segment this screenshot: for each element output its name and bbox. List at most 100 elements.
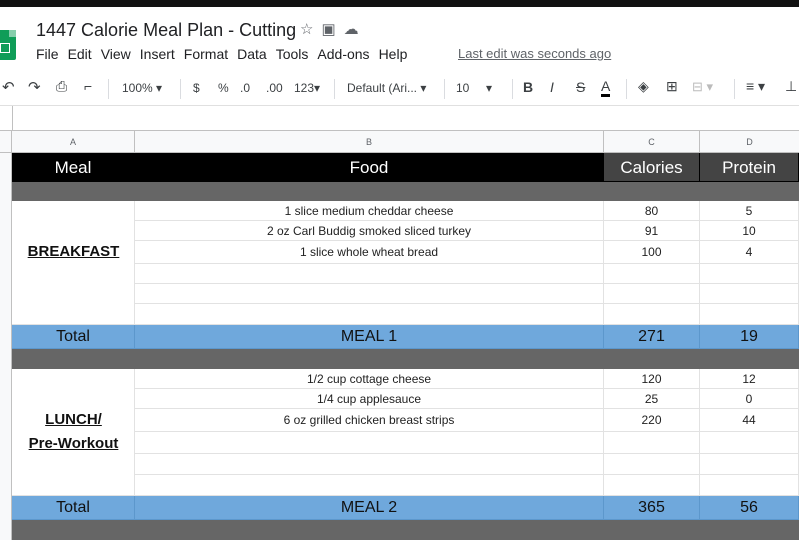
font-size-select[interactable]: 10 ▾ [456, 81, 492, 95]
lunch-label-line2[interactable]: Pre-Workout [12, 435, 135, 452]
more-formats-button[interactable]: 123▾ [294, 81, 320, 95]
name-box[interactable] [0, 106, 13, 130]
food-cell[interactable] [135, 284, 604, 304]
total-protein-cell[interactable]: 56 [700, 496, 799, 520]
calories-cell[interactable] [604, 284, 700, 304]
menu-edit[interactable]: Edit [68, 46, 92, 62]
calories-cell[interactable]: 120 [604, 369, 700, 389]
star-icon[interactable]: ☆ [300, 21, 321, 38]
protein-cell[interactable]: 10 [700, 221, 799, 241]
menu-file[interactable]: File [36, 46, 59, 62]
total-protein-cell[interactable]: 19 [700, 325, 799, 349]
calories-cell[interactable] [604, 432, 700, 454]
meal-cell[interactable] [12, 221, 135, 241]
total-meal-cell[interactable]: MEAL 2 [135, 496, 604, 520]
header-food[interactable]: Food [135, 153, 604, 182]
last-edit-link[interactable]: Last edit was seconds ago [458, 46, 611, 61]
protein-cell[interactable] [700, 264, 799, 284]
protein-cell[interactable]: 5 [700, 201, 799, 221]
calories-cell[interactable] [604, 304, 700, 325]
protein-cell[interactable] [700, 432, 799, 454]
strikethrough-button[interactable]: S [576, 79, 585, 95]
menu-tools[interactable]: Tools [276, 46, 309, 62]
food-cell[interactable] [135, 264, 604, 284]
total-calories-cell[interactable]: 365 [604, 496, 700, 520]
redo-icon[interactable]: ↷ [28, 78, 41, 96]
food-cell[interactable] [135, 304, 604, 325]
percent-button[interactable]: % [218, 81, 229, 95]
cloud-status-icon[interactable]: ☁ [344, 21, 367, 38]
breakfast-label[interactable]: BREAKFAST [12, 243, 135, 260]
undo-icon[interactable]: ↶ [2, 78, 15, 96]
column-header-d[interactable]: D [700, 131, 799, 153]
italic-button[interactable]: I [550, 79, 554, 95]
select-all-corner[interactable] [0, 131, 12, 153]
row-number-gutter[interactable] [0, 153, 12, 540]
meal-cell[interactable] [12, 201, 135, 221]
calories-cell[interactable] [604, 454, 700, 475]
food-cell[interactable]: 1 slice whole wheat bread [135, 241, 604, 264]
protein-cell[interactable] [700, 454, 799, 475]
total-label-cell[interactable]: Total [12, 325, 135, 349]
calories-cell[interactable]: 220 [604, 409, 700, 432]
food-cell[interactable]: 2 oz Carl Buddig smoked sliced turkey [135, 221, 604, 241]
protein-cell[interactable]: 4 [700, 241, 799, 264]
calories-cell[interactable] [604, 264, 700, 284]
food-cell[interactable]: 1 slice medium cheddar cheese [135, 201, 604, 221]
calories-cell[interactable]: 100 [604, 241, 700, 264]
protein-cell[interactable]: 44 [700, 409, 799, 432]
calories-cell[interactable]: 25 [604, 389, 700, 409]
menu-insert[interactable]: Insert [140, 46, 175, 62]
divider-cell[interactable] [12, 349, 799, 369]
food-cell[interactable] [135, 432, 604, 454]
meal-cell[interactable] [12, 264, 135, 284]
food-cell[interactable]: 6 oz grilled chicken breast strips [135, 409, 604, 432]
meal-cell[interactable] [12, 369, 135, 389]
menu-view[interactable]: View [101, 46, 131, 62]
food-cell[interactable]: 1/2 cup cottage cheese [135, 369, 604, 389]
protein-cell[interactable] [700, 475, 799, 496]
paint-format-icon[interactable]: ⌐ [84, 78, 92, 94]
meal-cell[interactable] [12, 304, 135, 325]
decrease-decimal-button[interactable]: .0 [240, 81, 250, 95]
sheets-logo-icon[interactable] [0, 30, 16, 60]
total-label-cell[interactable]: Total [12, 496, 135, 520]
print-icon[interactable]: ⎙ [56, 78, 67, 95]
header-meal[interactable]: Meal [12, 153, 135, 182]
merge-cells-icon[interactable]: ⊟ ▾ [692, 79, 713, 95]
column-header-a[interactable]: A [12, 131, 135, 153]
divider-cell[interactable] [12, 182, 799, 201]
header-protein[interactable]: Protein [700, 153, 799, 182]
protein-cell[interactable]: 12 [700, 369, 799, 389]
column-header-b[interactable]: B [135, 131, 604, 153]
menu-data[interactable]: Data [237, 46, 267, 62]
food-cell[interactable] [135, 454, 604, 475]
align-left-icon[interactable]: ≡ ▾ [746, 78, 765, 95]
column-header-c[interactable]: C [604, 131, 700, 153]
move-folder-icon[interactable]: ▣ [321, 21, 343, 38]
borders-icon[interactable]: ⊞ [666, 78, 678, 95]
meal-cell[interactable] [12, 284, 135, 304]
fill-color-icon[interactable]: ◈ [638, 78, 649, 95]
protein-cell[interactable]: 0 [700, 389, 799, 409]
calories-cell[interactable]: 80 [604, 201, 700, 221]
food-cell[interactable]: 1/4 cup applesauce [135, 389, 604, 409]
total-meal-cell[interactable]: MEAL 1 [135, 325, 604, 349]
food-cell[interactable] [135, 475, 604, 496]
lunch-label[interactable]: LUNCH/ [12, 411, 135, 428]
protein-cell[interactable] [700, 304, 799, 325]
text-color-button[interactable]: A [601, 78, 611, 97]
protein-cell[interactable] [700, 284, 799, 304]
menu-help[interactable]: Help [379, 46, 408, 62]
calories-cell[interactable]: 91 [604, 221, 700, 241]
meal-cell[interactable] [12, 389, 135, 409]
header-calories[interactable]: Calories [604, 153, 700, 182]
meal-cell[interactable] [12, 475, 135, 496]
menu-addons[interactable]: Add-ons [317, 46, 369, 62]
menu-format[interactable]: Format [184, 46, 228, 62]
font-select[interactable]: Default (Ari... ▾ [347, 81, 426, 95]
vertical-align-icon[interactable]: ⊥ [785, 78, 797, 95]
calories-cell[interactable] [604, 475, 700, 496]
zoom-select[interactable]: 100% ▾ [122, 81, 162, 95]
currency-button[interactable]: $ [193, 81, 200, 95]
